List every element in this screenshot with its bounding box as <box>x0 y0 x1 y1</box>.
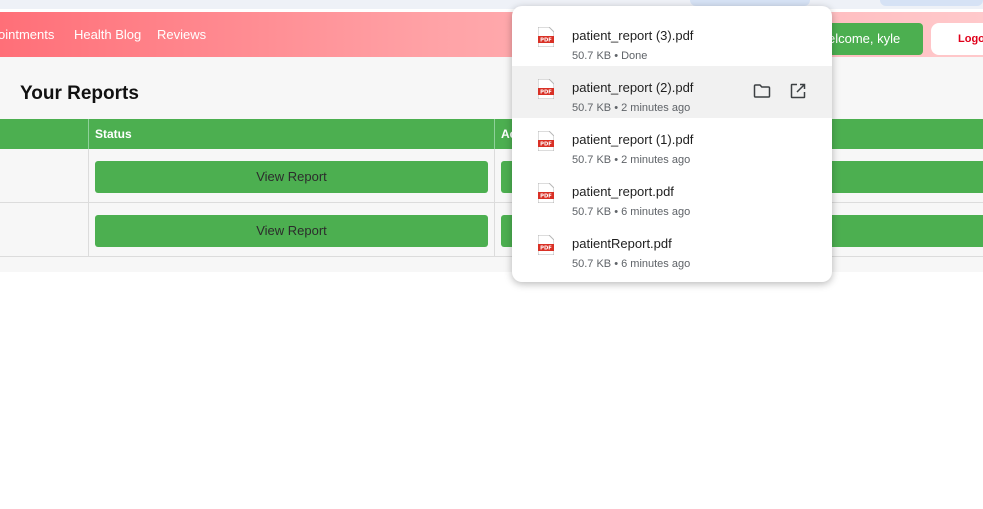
download-item[interactable]: PDF patient_report (3).pdf 50.7 KB • Don… <box>512 14 832 66</box>
screen: ointments Health Blog Reviews elcome, ky… <box>0 0 983 509</box>
pdf-file-icon: PDF <box>538 79 554 99</box>
pdf-file-icon: PDF <box>538 27 554 47</box>
download-filename: patient_report (2).pdf <box>572 80 694 95</box>
open-external-icon[interactable] <box>788 81 808 101</box>
table-row: View Report <box>0 203 983 257</box>
folder-icon[interactable] <box>752 81 772 101</box>
download-filename: patient_report (3).pdf <box>572 28 694 43</box>
table-row: View Report <box>0 149 983 203</box>
download-meta: 50.7 KB • Done <box>572 50 648 62</box>
download-item-hovered[interactable]: PDF patient_report (2).pdf 50.7 KB • 2 m… <box>512 66 832 118</box>
download-filename: patient_report (1).pdf <box>572 132 694 147</box>
cell-divider <box>494 203 495 257</box>
pdf-file-icon: PDF <box>538 183 554 203</box>
pdf-badge-text: PDF <box>540 142 552 148</box>
download-filename: patient_report.pdf <box>572 184 674 199</box>
logout-button[interactable]: Logo <box>931 23 983 55</box>
navbar: ointments Health Blog Reviews elcome, ky… <box>0 12 983 57</box>
downloads-popup: PDF patient_report (3).pdf 50.7 KB • Don… <box>512 6 832 282</box>
column-header-status: Status <box>95 127 132 141</box>
pdf-badge-text: PDF <box>540 90 552 96</box>
pdf-file-icon: PDF <box>538 235 554 255</box>
page-title: Your Reports <box>20 83 139 104</box>
reports-section: Your Reports Status Ac View Report View … <box>0 57 983 272</box>
pdf-badge-text: PDF <box>540 246 552 252</box>
browser-top-strip <box>0 0 983 9</box>
pdf-badge-text: PDF <box>540 194 552 200</box>
cell-divider <box>88 203 89 257</box>
download-item[interactable]: PDF patientReport.pdf 50.7 KB • 6 minute… <box>512 222 832 274</box>
download-item[interactable]: PDF patient_report.pdf 50.7 KB • 6 minut… <box>512 170 832 222</box>
download-meta: 50.7 KB • 2 minutes ago <box>572 154 691 166</box>
cell-divider <box>88 149 89 203</box>
tab-shape <box>880 0 983 6</box>
column-header <box>0 119 88 149</box>
nav-link-reviews[interactable]: Reviews <box>157 27 206 42</box>
cell-divider <box>494 149 495 203</box>
download-meta: 50.7 KB • 6 minutes ago <box>572 206 691 218</box>
download-item[interactable]: PDF patient_report (1).pdf 50.7 KB • 2 m… <box>512 118 832 170</box>
nav-link-health-blog[interactable]: Health Blog <box>74 27 141 42</box>
view-report-button[interactable]: View Report <box>95 215 488 247</box>
download-meta: 50.7 KB • 2 minutes ago <box>572 102 691 114</box>
pdf-badge-text: PDF <box>540 38 552 44</box>
pdf-file-icon: PDF <box>538 131 554 151</box>
download-meta: 50.7 KB • 6 minutes ago <box>572 258 691 270</box>
table-header: Status Ac <box>0 119 983 149</box>
download-filename: patientReport.pdf <box>572 236 672 251</box>
nav-link-appointments[interactable]: ointments <box>0 27 54 42</box>
view-report-button[interactable]: View Report <box>95 161 488 193</box>
